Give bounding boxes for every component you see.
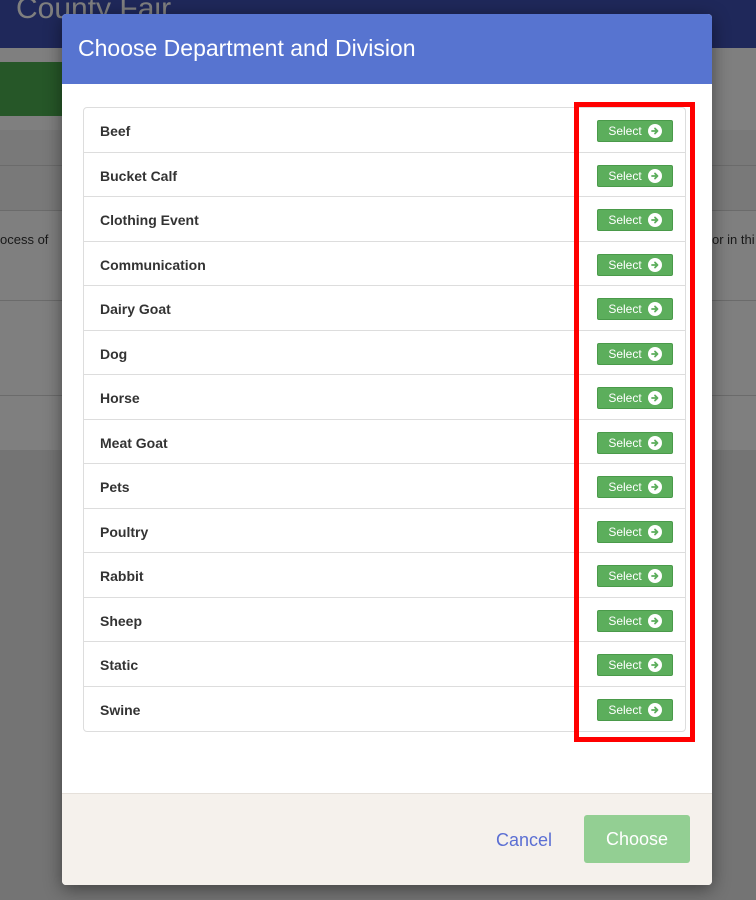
modal-header: Choose Department and Division [62,14,712,84]
department-label: Dog [100,345,128,362]
select-button[interactable]: Select [597,298,673,320]
department-label: Static [100,657,139,673]
list-item: Beef Select [84,108,685,153]
arrow-circle-right-icon [647,391,662,405]
select-button[interactable]: Select [597,476,673,498]
arrow-circle-right-icon [647,124,662,138]
arrow-circle-right-icon [647,524,662,539]
arrow-circle-right-icon [647,346,662,361]
select-button[interactable]: Select [597,520,673,543]
select-button-label: Select [608,346,642,361]
select-button[interactable]: Select [597,431,673,454]
department-label: Beef [100,123,131,139]
select-button[interactable]: Select [597,698,673,721]
department-label: Meat Goat [100,434,168,451]
list-item: Static Select [84,642,685,687]
list-item: Poultry Select [84,509,685,553]
select-button-label: Select [608,702,642,717]
list-item: Pets Select [84,464,685,509]
modal-footer: Cancel Choose [62,793,712,885]
select-button-label: Select [608,569,642,583]
department-label: Swine [100,701,141,718]
select-button-label: Select [608,213,642,227]
list-item: Rabbit Select [84,553,685,598]
arrow-circle-right-icon [647,168,662,183]
department-label: Poultry [100,523,149,540]
select-button[interactable]: Select [597,387,673,409]
department-label: Sheep [100,612,143,629]
list-item: Clothing Event Select [84,197,685,242]
arrow-circle-right-icon [647,658,662,672]
choose-button[interactable]: Choose [584,815,690,863]
department-label: Clothing Event [100,212,199,228]
select-button-label: Select [608,480,642,494]
arrow-circle-right-icon [647,702,662,717]
arrow-circle-right-icon [647,613,662,628]
arrow-circle-right-icon [647,213,662,227]
list-item: Meat Goat Select [84,420,685,464]
arrow-circle-right-icon [647,569,662,583]
department-label: Dairy Goat [100,301,171,317]
select-button-label: Select [608,124,642,138]
select-button-label: Select [608,658,642,672]
department-label: Pets [100,479,130,495]
arrow-circle-right-icon [647,435,662,450]
modal-title: Choose Department and Division [78,35,416,61]
select-button[interactable]: Select [597,164,673,187]
arrow-circle-right-icon [647,480,662,494]
list-item: Bucket Calf Select [84,153,685,197]
department-label: Rabbit [100,568,144,584]
list-item: Dog Select [84,331,685,375]
select-button-label: Select [608,168,642,183]
select-button[interactable]: Select [597,209,673,231]
select-button-label: Select [608,524,642,539]
list-item: Swine Select [84,687,685,732]
list-item: Sheep Select [84,598,685,642]
list-item: Communication Select [84,242,685,286]
select-button-label: Select [608,435,642,450]
select-button[interactable]: Select [597,342,673,365]
department-label: Communication [100,256,206,273]
select-button-label: Select [608,391,642,405]
list-item: Dairy Goat Select [84,286,685,331]
select-button[interactable]: Select [597,120,673,142]
select-button-label: Select [608,613,642,628]
arrow-circle-right-icon [647,302,662,316]
department-list: Beef Select Bucket Calf Select Clothing Even… [83,107,686,732]
select-button[interactable]: Select [597,253,673,276]
department-division-modal: Choose Department and Division Beef Selec… [62,14,712,885]
arrow-circle-right-icon [647,257,662,272]
list-item: Horse Select [84,375,685,420]
select-button[interactable]: Select [597,609,673,632]
select-button[interactable]: Select [597,654,673,676]
department-label: Horse [100,390,140,406]
cancel-button[interactable]: Cancel [496,830,552,851]
select-button-label: Select [608,302,642,316]
department-label: Bucket Calf [100,167,178,184]
select-button[interactable]: Select [597,565,673,587]
select-button-label: Select [608,257,642,272]
